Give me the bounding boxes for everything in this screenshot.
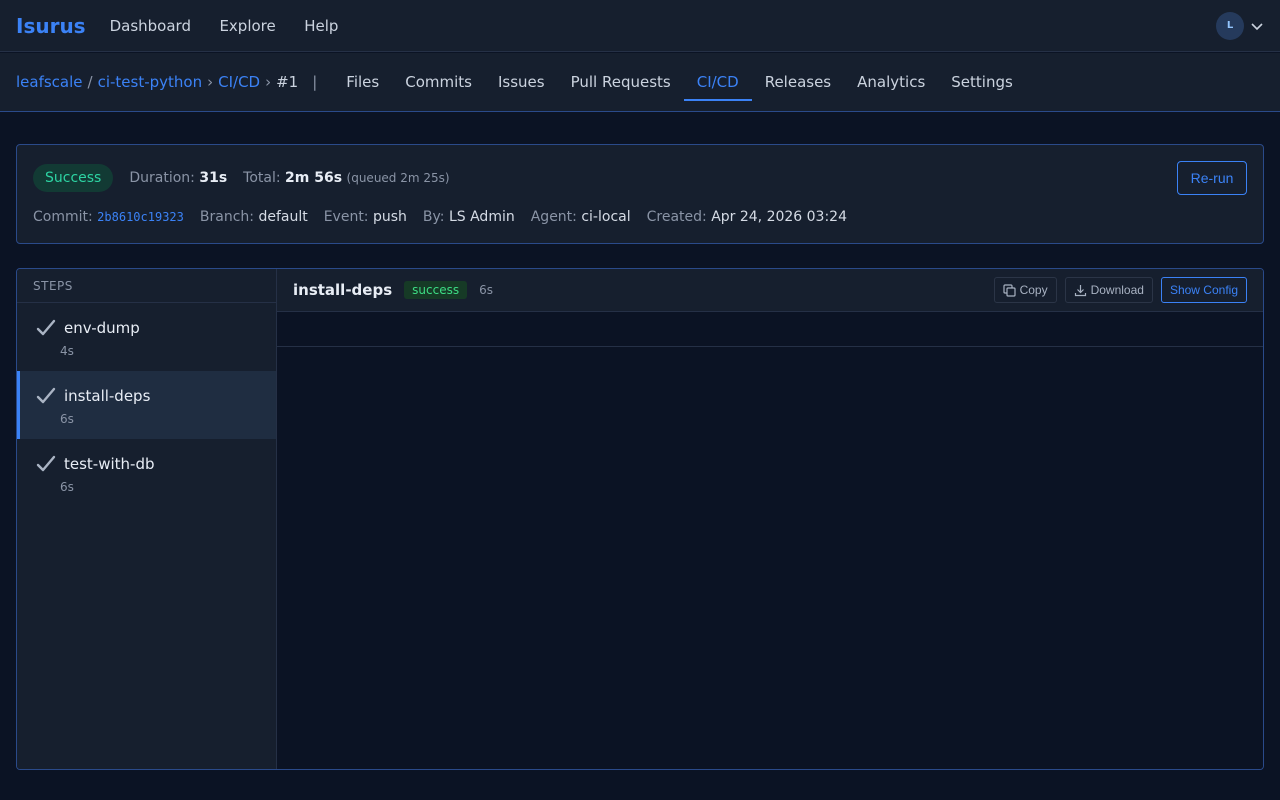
download-button[interactable]: Download bbox=[1064, 277, 1153, 303]
repo-bar: leafscale / ci-test-python › CI/CD › #1 … bbox=[0, 53, 1280, 112]
step-duration: 6s bbox=[60, 480, 74, 494]
log-status-pill: success bbox=[404, 281, 468, 299]
tab-pull-requests[interactable]: Pull Requests bbox=[558, 53, 684, 111]
run-branch: Branch: default bbox=[199, 209, 308, 225]
run-total: Total: 2m 56s (queued 2m 25s) bbox=[243, 170, 450, 186]
tab-releases[interactable]: Releases bbox=[752, 53, 844, 111]
nav-explore[interactable]: Explore bbox=[219, 17, 275, 35]
log-output bbox=[277, 312, 1263, 347]
step-name: install-deps bbox=[64, 387, 151, 405]
copy-icon bbox=[1002, 283, 1016, 297]
brand-logo[interactable]: Isurus bbox=[16, 14, 86, 38]
run-queued: (queued 2m 25s) bbox=[346, 171, 450, 185]
run-created: Created: Apr 24, 2026 03:24 bbox=[646, 209, 847, 225]
breadcrumb-slash: / bbox=[87, 73, 93, 91]
rerun-button[interactable]: Re-run bbox=[1177, 161, 1247, 195]
chevron-down-icon[interactable] bbox=[1250, 19, 1264, 33]
check-icon bbox=[36, 455, 56, 472]
breadcrumb-repo[interactable]: ci-test-python bbox=[98, 73, 203, 91]
run-commit: Commit: 2b8610c19323 bbox=[33, 209, 184, 225]
log-step-duration: 6s bbox=[479, 283, 493, 297]
step-duration: 4s bbox=[60, 344, 74, 358]
breadcrumb: leafscale / ci-test-python › CI/CD › #1 … bbox=[16, 73, 333, 91]
run-agent: Agent: ci-local bbox=[530, 209, 631, 225]
user-menu[interactable]: L bbox=[1216, 11, 1264, 40]
commit-hash-link[interactable]: 2b8610c19323 bbox=[97, 210, 184, 224]
show-config-button[interactable]: Show Config bbox=[1160, 277, 1247, 303]
tab-settings[interactable]: Settings bbox=[938, 53, 1026, 111]
tab-issues[interactable]: Issues bbox=[485, 53, 558, 111]
log-step-title: install-deps bbox=[293, 281, 393, 299]
check-icon bbox=[36, 319, 56, 336]
steps-header: STEPS bbox=[17, 269, 276, 303]
log-header: install-deps success 6s Copy Download Sh… bbox=[277, 269, 1263, 312]
tab-analytics[interactable]: Analytics bbox=[844, 53, 938, 111]
run-event: Event: push bbox=[323, 209, 407, 225]
run-meta-row: Commit: 2b8610c19323 Branch: default Eve… bbox=[33, 209, 863, 225]
repo-tabs: Files Commits Issues Pull Requests CI/CD… bbox=[333, 53, 1026, 111]
breadcrumb-owner[interactable]: leafscale bbox=[16, 73, 83, 91]
run-detail-panel: STEPS env-dump 4s install-deps 6s test-w… bbox=[16, 268, 1264, 770]
main-nav: Dashboard Explore Help bbox=[110, 17, 363, 35]
run-author: By: LS Admin bbox=[422, 209, 515, 225]
step-item-selected[interactable]: install-deps 6s bbox=[17, 371, 276, 439]
nav-dashboard[interactable]: Dashboard bbox=[110, 17, 191, 35]
run-summary: Success Duration: 31s Total: 2m 56s (que… bbox=[16, 144, 1264, 244]
breadcrumb-run: #1 bbox=[276, 73, 299, 91]
tab-commits[interactable]: Commits bbox=[392, 53, 485, 111]
run-duration: Duration: 31s bbox=[129, 170, 228, 186]
step-duration: 6s bbox=[60, 412, 74, 426]
step-item[interactable]: test-with-db 6s bbox=[17, 439, 276, 507]
status-badge: Success bbox=[33, 164, 114, 192]
download-icon bbox=[1074, 284, 1086, 296]
log-actions: Copy Download Show Config bbox=[993, 277, 1247, 303]
breadcrumb-section[interactable]: CI/CD bbox=[218, 73, 260, 91]
breadcrumb-chevron: › bbox=[265, 73, 272, 91]
step-name: env-dump bbox=[64, 319, 140, 337]
step-item[interactable]: env-dump 4s bbox=[17, 303, 276, 371]
breadcrumb-divider: | bbox=[312, 73, 318, 91]
log-viewer: install-deps success 6s Copy Download Sh… bbox=[277, 269, 1263, 769]
top-navbar: Isurus Dashboard Explore Help L bbox=[0, 0, 1280, 52]
check-icon bbox=[36, 387, 56, 404]
nav-help[interactable]: Help bbox=[304, 17, 338, 35]
copy-label: Copy bbox=[1019, 283, 1048, 297]
step-name: test-with-db bbox=[64, 455, 155, 473]
tab-files[interactable]: Files bbox=[333, 53, 392, 111]
avatar[interactable]: L bbox=[1216, 11, 1244, 40]
download-label: Download bbox=[1090, 283, 1144, 297]
copy-button[interactable]: Copy bbox=[993, 277, 1057, 303]
steps-sidebar: STEPS env-dump 4s install-deps 6s test-w… bbox=[17, 269, 277, 769]
breadcrumb-chevron: › bbox=[207, 73, 214, 91]
run-status-row: Success Duration: 31s Total: 2m 56s (que… bbox=[33, 164, 466, 192]
tab-cicd[interactable]: CI/CD bbox=[683, 53, 752, 111]
